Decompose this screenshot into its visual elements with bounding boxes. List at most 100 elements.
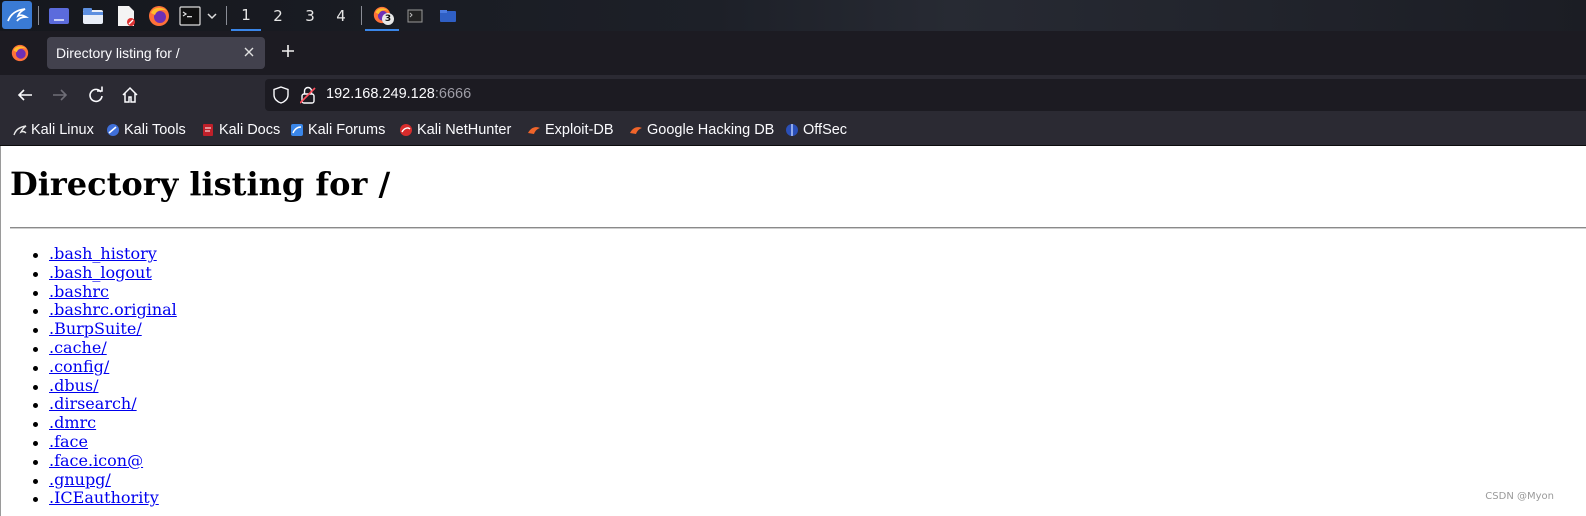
firefox-view-icon[interactable]	[11, 44, 29, 62]
ghdb-icon	[630, 127, 642, 134]
terminal-launcher[interactable]	[178, 0, 202, 31]
kali-menu-button[interactable]	[2, 1, 32, 29]
bookmark-label: Exploit-DB	[545, 122, 614, 138]
file-list: .bash_history .bash_logout .bashrc .bash…	[33, 244, 177, 508]
list-item: .ICEauthority	[33, 488, 177, 508]
file-link[interactable]: .bashrc	[49, 282, 109, 301]
bookmark-kali-tools[interactable]: Kali Tools	[106, 121, 186, 139]
list-item: .BurpSuite/	[33, 319, 177, 339]
firefox-icon	[149, 5, 169, 26]
bookmark-exploit-db[interactable]: Exploit-DB	[527, 121, 614, 139]
page-title: Directory listing for /	[10, 165, 391, 203]
list-item: .gnupg/	[33, 470, 177, 490]
address-bar[interactable]: 192.168.249.128:6666	[265, 79, 1586, 111]
url-text[interactable]: 192.168.249.128:6666	[326, 86, 471, 102]
text-editor-icon	[118, 5, 135, 26]
chevron-down-icon	[207, 12, 217, 19]
kali-docs-icon	[203, 124, 213, 136]
bookmark-label: OffSec	[803, 122, 848, 138]
home-button[interactable]	[118, 83, 142, 107]
taskbar-terminal-window[interactable]	[404, 0, 426, 31]
file-link[interactable]: .dirsearch/	[49, 394, 137, 413]
bookmark-kali-forums[interactable]: Kali Forums	[290, 121, 385, 139]
text-editor-launcher[interactable]	[114, 0, 138, 31]
list-item: .dirsearch/	[33, 394, 177, 414]
tab-directory-listing[interactable]: Directory listing for /	[47, 37, 265, 69]
list-item: .cache/	[33, 338, 177, 358]
file-manager-launcher[interactable]	[81, 0, 105, 31]
bookmark-label: Kali Linux	[31, 122, 94, 138]
workspace-1[interactable]: 1	[231, 0, 261, 31]
bookmark-label: Kali Tools	[124, 122, 186, 138]
tracking-protection-shield-icon[interactable]	[273, 86, 289, 104]
file-link[interactable]: .bash_logout	[49, 263, 152, 282]
list-item: .dmrc	[33, 413, 177, 433]
taskbar-firefox-window[interactable]: 3	[365, 0, 399, 31]
kali-forums-icon	[291, 124, 303, 136]
firefox-launcher[interactable]	[147, 0, 171, 31]
browser-navigation-bar: 192.168.249.128:6666	[0, 75, 1586, 115]
list-item: .bash_logout	[33, 263, 177, 283]
list-item: .bashrc	[33, 282, 177, 302]
file-link[interactable]: .dbus/	[49, 376, 98, 395]
bookmark-offsec[interactable]: OffSec	[785, 121, 847, 139]
tab-title: Directory listing for /	[56, 45, 180, 61]
new-tab-button[interactable]	[277, 42, 299, 64]
home-icon	[122, 86, 138, 103]
url-port: :6666	[434, 86, 472, 102]
folder-icon	[83, 7, 103, 24]
file-link[interactable]: .BurpSuite/	[49, 319, 142, 338]
bookmark-label: Kali NetHunter	[417, 122, 512, 138]
url-host: 192.168.249.128	[326, 86, 435, 102]
file-link[interactable]: .face.icon@	[49, 451, 143, 470]
bookmark-google-hacking-db[interactable]: Google Hacking DB	[629, 121, 774, 139]
reload-button[interactable]	[84, 83, 108, 107]
taskbar-separator	[361, 6, 362, 25]
taskbar-separator	[226, 6, 227, 25]
kali-dragon-icon	[13, 125, 27, 136]
window-count-badge: 3	[382, 13, 394, 25]
plus-icon	[282, 45, 294, 57]
file-link[interactable]: .face	[49, 432, 88, 451]
file-link[interactable]: .cache/	[49, 338, 107, 357]
terminal-icon	[407, 9, 423, 22]
bookmark-kali-nethunter[interactable]: Kali NetHunter	[399, 121, 511, 139]
workspace-2[interactable]: 2	[263, 0, 293, 31]
close-tab-button[interactable]	[241, 44, 257, 60]
list-item: .bashrc.original	[33, 300, 177, 320]
terminal-icon	[179, 5, 201, 26]
offsec-icon	[786, 124, 798, 136]
watermark: CSDN @Myon⁠	[1485, 491, 1554, 502]
forward-button[interactable]	[48, 83, 72, 107]
divider	[10, 227, 1586, 229]
close-icon	[244, 47, 254, 57]
taskbar-files-window[interactable]	[437, 0, 459, 31]
bookmark-kali-linux[interactable]: Kali Linux	[13, 121, 94, 139]
file-link[interactable]: .dmrc	[49, 413, 96, 432]
file-link[interactable]: .config/	[49, 357, 109, 376]
kali-dragon-icon	[7, 8, 29, 22]
list-item: .face.icon@	[33, 451, 177, 471]
arrow-right-icon	[53, 89, 68, 101]
insecure-lock-icon[interactable]	[300, 86, 316, 104]
list-item: .config/	[33, 357, 177, 377]
desktop-taskbar: 1 2 3 4 3	[0, 0, 1586, 31]
bookmarks-toolbar: Kali Linux Kali Tools Kali Docs Kali For…	[0, 115, 1586, 146]
kali-nethunter-icon	[400, 124, 412, 136]
bookmark-label: Kali Forums	[308, 122, 386, 138]
exploit-db-icon	[528, 127, 540, 134]
back-button[interactable]	[13, 83, 37, 107]
bookmark-label: Kali Docs	[219, 122, 281, 138]
show-desktop-button[interactable]	[47, 0, 71, 31]
file-link[interactable]: .bash_history	[49, 244, 157, 263]
arrow-left-icon	[17, 89, 32, 101]
launcher-dropdown[interactable]	[205, 0, 219, 31]
list-item: .face	[33, 432, 177, 452]
file-link[interactable]: .bashrc.original	[49, 300, 177, 319]
file-link[interactable]: .ICEauthority	[49, 488, 159, 507]
workspace-3[interactable]: 3	[295, 0, 325, 31]
bookmark-kali-docs[interactable]: Kali Docs	[201, 121, 280, 139]
workspace-4[interactable]: 4	[326, 0, 356, 31]
file-link[interactable]: .gnupg/	[49, 470, 111, 489]
page-content: Directory listing for / .bash_history .b…	[0, 146, 1586, 516]
